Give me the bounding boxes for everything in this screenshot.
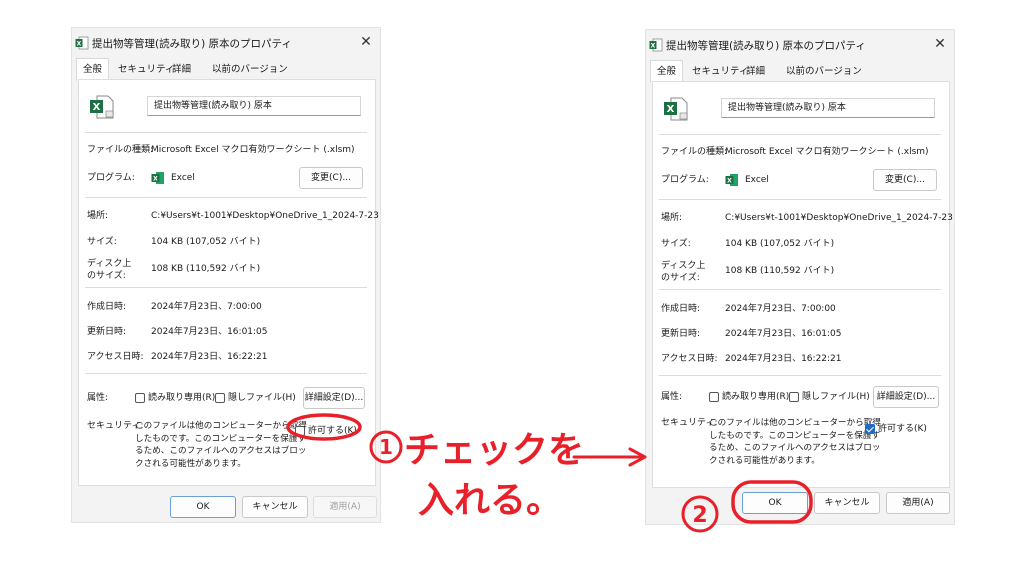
highlight-oval-ok — [731, 480, 813, 524]
highlight-oval-allow — [286, 413, 362, 441]
step-2-number: 2 — [692, 503, 707, 528]
step-1-text-line2: 入れる。 — [418, 480, 562, 521]
arrow-right-icon — [572, 447, 647, 467]
annotation-layer: 1 チェックを 入れる。 2 — [286, 413, 813, 533]
step-1-text-line1: チェックを — [404, 430, 584, 471]
step-1-number: 1 — [379, 435, 393, 459]
